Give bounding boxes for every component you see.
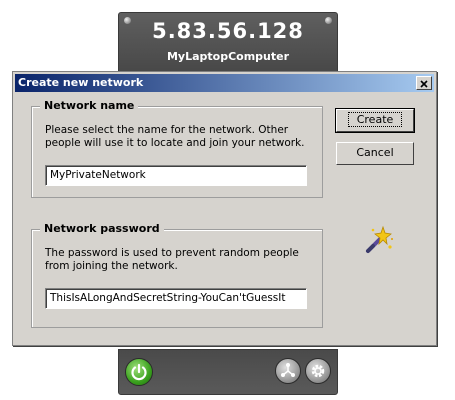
network-password-legend: Network password xyxy=(40,222,164,235)
network-name-input[interactable]: MyPrivateNetwork xyxy=(45,165,307,186)
app-footer-panel xyxy=(118,349,338,395)
power-button[interactable] xyxy=(125,358,153,386)
network-button[interactable] xyxy=(275,358,301,384)
power-icon xyxy=(131,363,147,381)
close-icon xyxy=(420,80,428,88)
network-password-input[interactable]: ThisIsALongAndSecretString-YouCan'tGuess… xyxy=(45,288,307,309)
network-icon xyxy=(281,363,295,377)
create-button-label: Create xyxy=(347,112,403,127)
magic-wand-icon xyxy=(366,225,393,253)
network-password-description: The password is used to prevent random p… xyxy=(45,247,299,272)
close-button[interactable] xyxy=(416,76,432,90)
network-name-group: Network name Please select the name for … xyxy=(31,99,323,198)
app-header-panel: 5.83.56.128 MyLaptopComputer xyxy=(118,12,338,78)
computer-name: MyLaptopComputer xyxy=(166,50,290,63)
network-password-group: Network password The password is used to… xyxy=(31,222,323,328)
dialog-title: Create new network xyxy=(18,76,144,89)
network-name-legend: Network name xyxy=(40,99,139,112)
network-name-description: Please select the name for the network. … xyxy=(45,124,305,149)
create-network-dialog: Create new network Network name Please s… xyxy=(12,71,437,346)
ip-address: 5.83.56.128 xyxy=(152,19,304,43)
cancel-button[interactable]: Cancel xyxy=(336,142,414,165)
gear-icon xyxy=(311,364,325,378)
settings-button[interactable] xyxy=(305,358,331,384)
dialog-titlebar[interactable]: Create new network xyxy=(15,74,434,92)
create-button[interactable]: Create xyxy=(335,108,415,133)
